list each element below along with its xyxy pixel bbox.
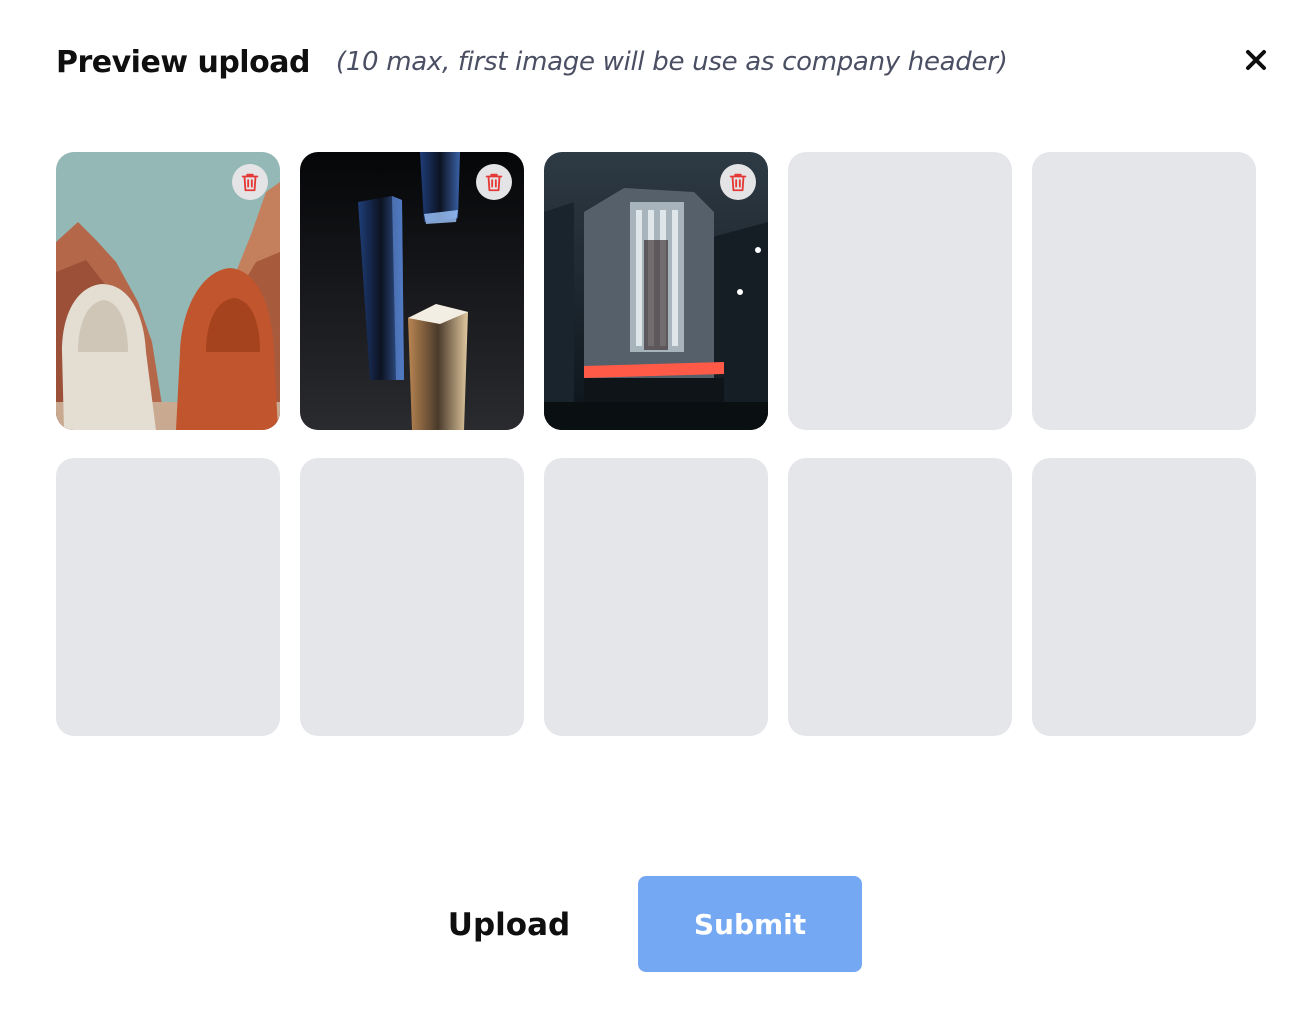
delete-image-button[interactable]	[232, 164, 268, 200]
image-slot-1[interactable]	[56, 152, 280, 430]
empty-image-slot	[788, 458, 1012, 736]
close-button[interactable]	[1238, 42, 1274, 78]
dialog-subtitle: (10 max, first image will be use as comp…	[335, 47, 1008, 77]
close-icon	[1246, 50, 1266, 70]
empty-image-slot	[56, 458, 280, 736]
delete-image-button[interactable]	[720, 164, 756, 200]
dialog-title: Preview upload	[56, 44, 310, 80]
image-slot-2[interactable]	[300, 152, 524, 430]
empty-image-slot	[788, 152, 1012, 430]
trash-icon	[485, 173, 503, 192]
dialog-footer: Upload Submit	[0, 876, 1316, 972]
empty-image-slot	[1032, 152, 1256, 430]
empty-image-slot	[300, 458, 524, 736]
trash-icon	[729, 173, 747, 192]
empty-image-slot	[544, 458, 768, 736]
upload-button[interactable]: Upload	[430, 898, 588, 952]
dialog-header: Preview upload (10 max, first image will…	[56, 40, 1008, 84]
image-grid	[56, 152, 1256, 736]
trash-icon	[241, 173, 259, 192]
submit-button[interactable]: Submit	[638, 876, 862, 972]
delete-image-button[interactable]	[476, 164, 512, 200]
image-slot-3[interactable]	[544, 152, 768, 430]
empty-image-slot	[1032, 458, 1256, 736]
